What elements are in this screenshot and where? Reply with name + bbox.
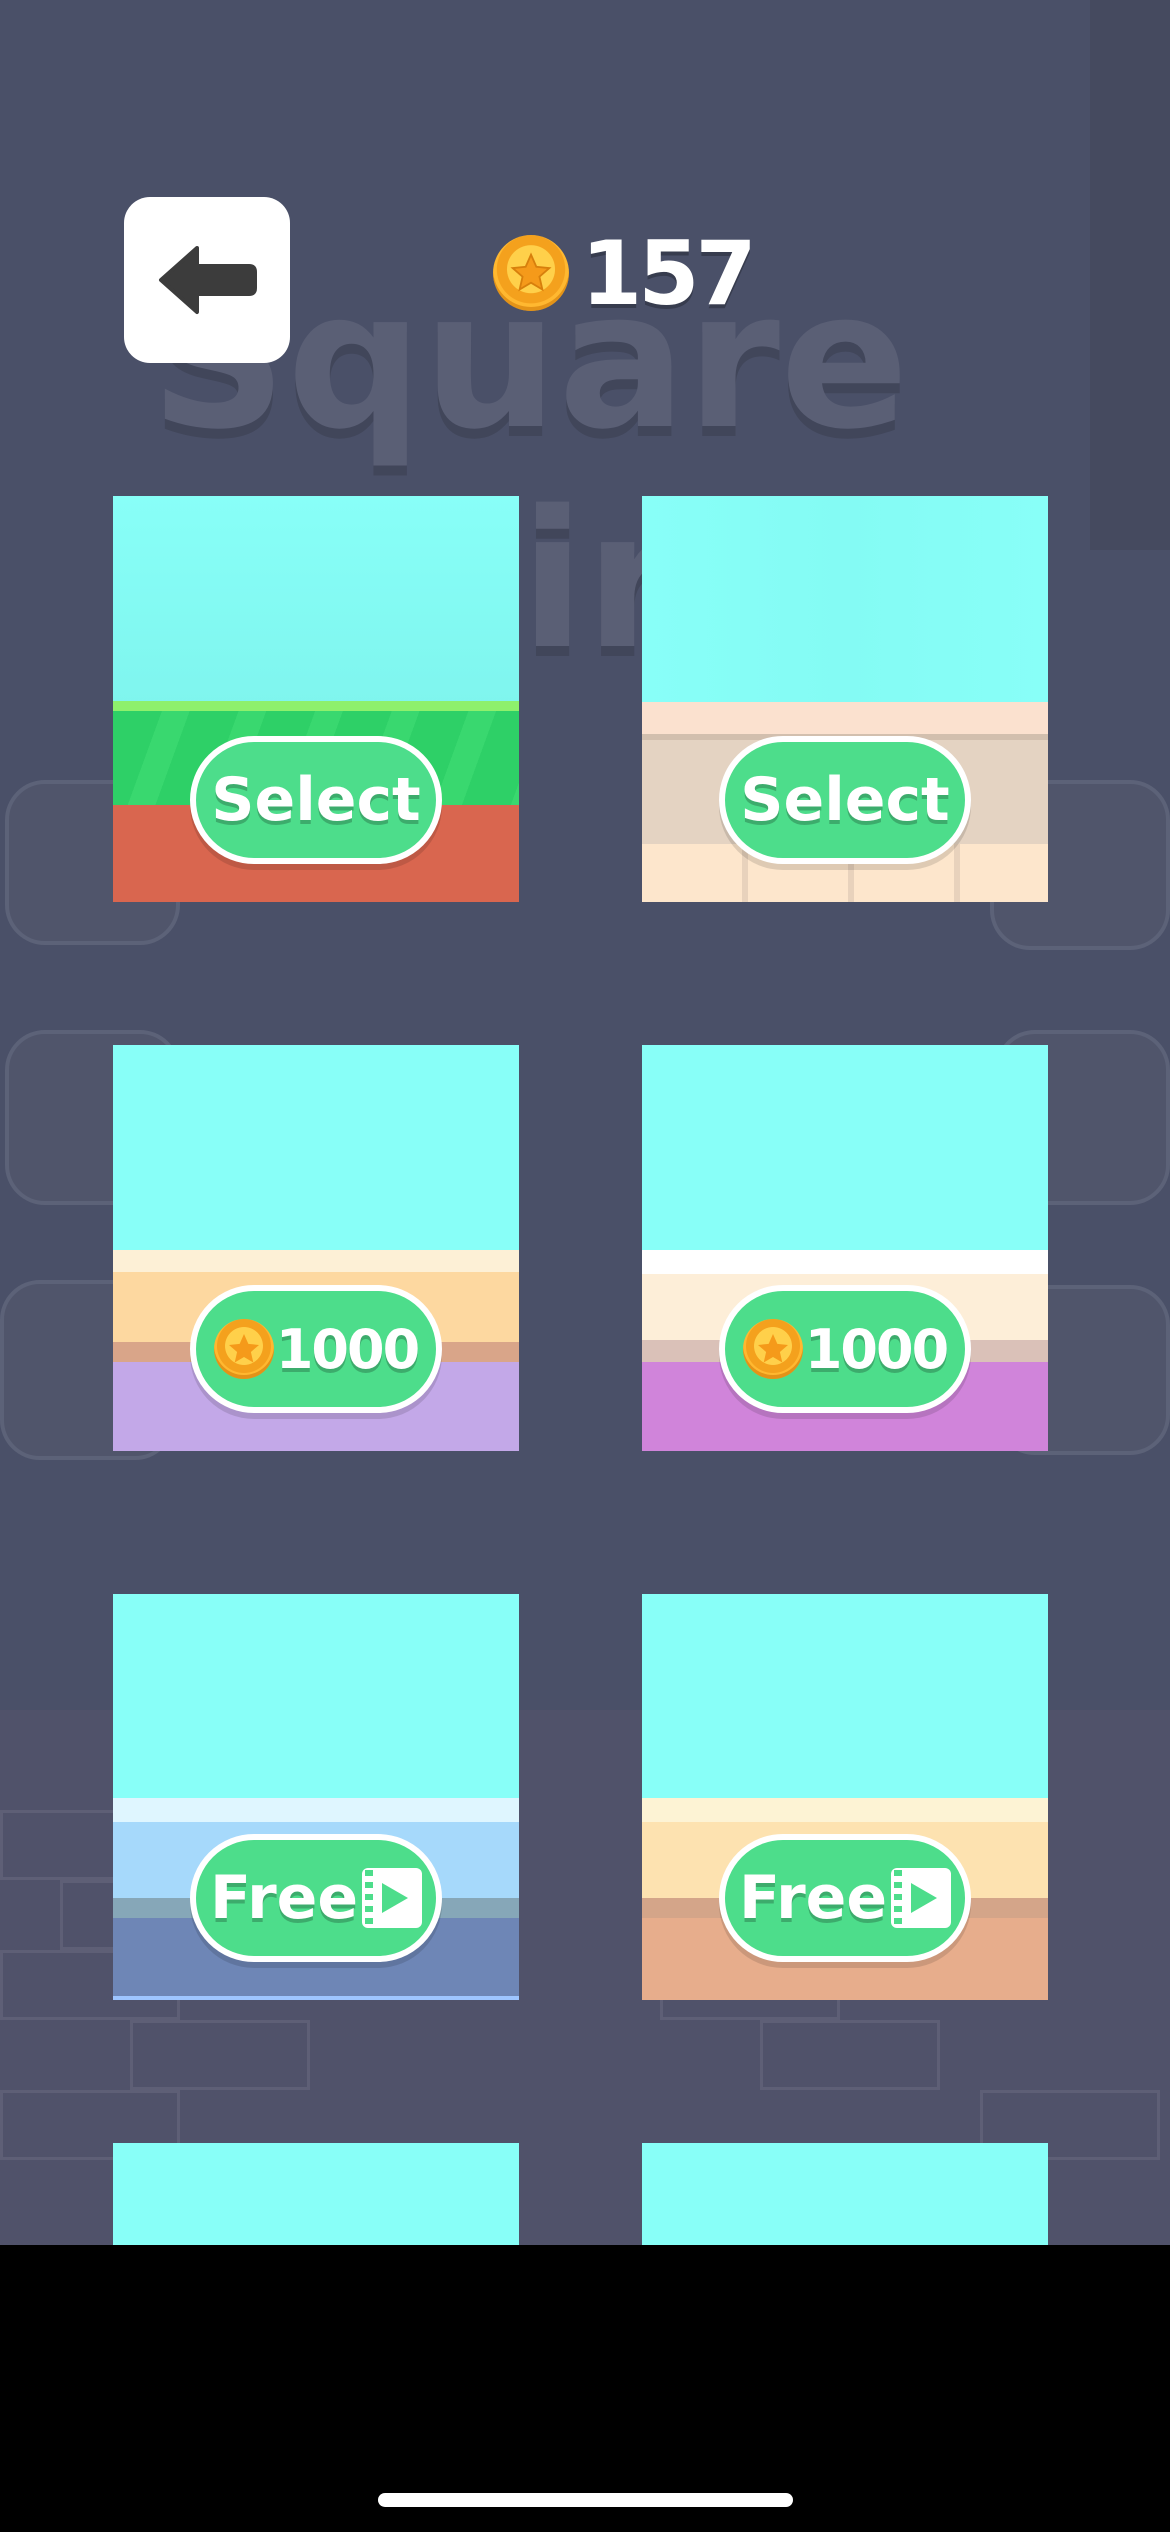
theme-ice-top (113, 1798, 519, 1822)
price-label: 1000 (804, 1317, 949, 1381)
free-video-button[interactable]: Free (190, 1834, 442, 1962)
theme-sky (113, 1045, 519, 1250)
theme-card-lavender[interactable]: 1000 (113, 1045, 519, 1451)
background-brick (760, 2020, 940, 2090)
theme-grass-edge (113, 701, 519, 711)
theme-shop-screen: Square ir 157 Select Select 1000 1000 Fr… (0, 0, 1170, 2245)
back-button[interactable] (124, 197, 290, 363)
free-video-button[interactable]: Free (719, 1834, 971, 1962)
theme-card-magenta[interactable]: 1000 (642, 1045, 1048, 1451)
theme-sky (642, 496, 1048, 702)
theme-card-ice[interactable]: Free (113, 1594, 519, 2000)
select-button[interactable]: Select (719, 736, 971, 864)
theme-desert-top (642, 1798, 1048, 1822)
theme-card-desert[interactable]: Free (642, 1594, 1048, 2000)
select-button-label: Select (211, 765, 421, 835)
system-bottom-bar (0, 2245, 1170, 2532)
background-brick (130, 2020, 310, 2090)
star-coin-icon (742, 1319, 803, 1379)
star-coin-icon (493, 235, 569, 311)
buy-button[interactable]: 1000 (190, 1285, 442, 1413)
theme-card-7[interactable] (113, 2143, 519, 2245)
home-indicator[interactable] (378, 2493, 793, 2507)
theme-shore-light (642, 1250, 1048, 1274)
theme-sky (113, 1594, 519, 1798)
video-play-icon (891, 1868, 952, 1928)
buy-button[interactable]: 1000 (719, 1285, 971, 1413)
video-play-icon (362, 1868, 423, 1928)
star-coin-icon (213, 1319, 274, 1379)
select-button[interactable]: Select (190, 736, 442, 864)
select-button-label: Select (740, 765, 950, 835)
theme-sky (642, 1594, 1048, 1798)
theme-shore-light (113, 1250, 519, 1272)
background-wall-right (1090, 0, 1170, 550)
arrow-left-icon (159, 246, 257, 314)
coin-counter: 157 (493, 222, 757, 325)
theme-sky (113, 496, 519, 706)
theme-card-sandstone[interactable]: Select (642, 496, 1048, 902)
theme-card-8[interactable] (642, 2143, 1048, 2245)
theme-sand-top (642, 702, 1048, 734)
coin-count: 157 (581, 221, 757, 325)
price-label: 1000 (275, 1317, 420, 1381)
free-button-label: Free (209, 1863, 359, 1933)
free-button-label: Free (738, 1863, 888, 1933)
theme-sky (642, 1045, 1048, 1250)
theme-card-grass[interactable]: Select (113, 496, 519, 902)
